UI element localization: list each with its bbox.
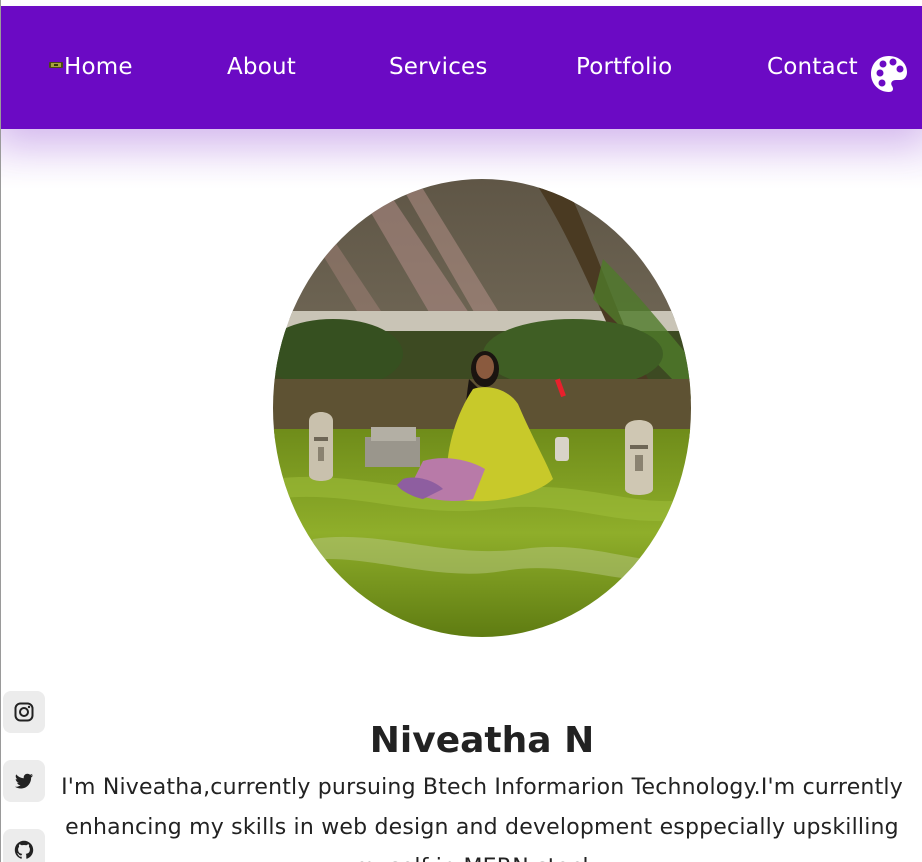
twitter-link[interactable] <box>3 760 45 802</box>
github-icon <box>14 840 34 859</box>
profile-photo-illustration <box>273 179 691 637</box>
github-link[interactable] <box>3 829 45 862</box>
palette-icon[interactable] <box>869 54 909 94</box>
profile-name: Niveatha N <box>369 720 595 762</box>
portfolio-page: Home About Services Portfolio Contact Ni… <box>0 0 922 862</box>
nav-home[interactable]: Home <box>49 52 133 82</box>
profile-bio: I'm Niveatha,currently pursuing Btech In… <box>61 775 903 862</box>
navbar: Home About Services Portfolio Contact <box>1 6 922 129</box>
nav-services[interactable]: Services <box>389 52 488 82</box>
home-icon <box>49 61 63 68</box>
instagram-icon <box>14 702 34 722</box>
nav-home-label: Home <box>64 54 133 80</box>
profile-photo <box>273 179 691 637</box>
nav-portfolio[interactable]: Portfolio <box>576 52 672 82</box>
nav-about[interactable]: About <box>227 52 296 82</box>
nav-contact[interactable]: Contact <box>767 52 858 82</box>
instagram-link[interactable] <box>3 691 45 733</box>
twitter-icon <box>15 773 33 789</box>
